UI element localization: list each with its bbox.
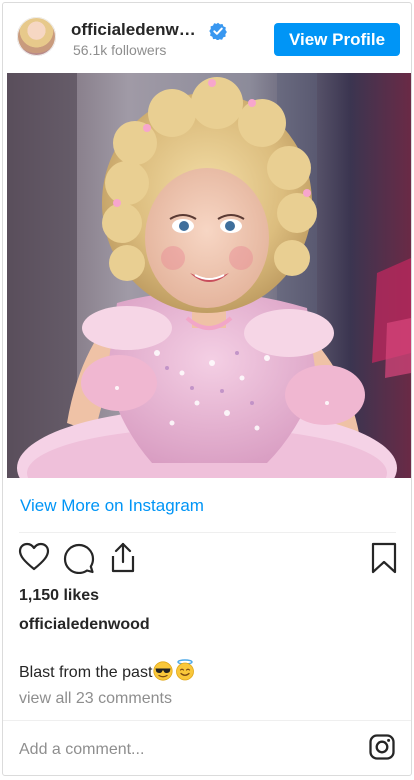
add-comment-link[interactable]: Add a comment...: [19, 740, 144, 760]
avatar[interactable]: [17, 17, 56, 56]
divider: [19, 532, 396, 533]
heart-icon[interactable]: [18, 541, 50, 578]
post-image[interactable]: [7, 73, 411, 478]
username[interactable]: officialedenwood: [71, 20, 203, 40]
divider: [3, 720, 411, 721]
view-profile-button[interactable]: View Profile: [274, 23, 400, 56]
verified-badge-icon: [209, 22, 227, 41]
follower-count: 56.1k followers: [73, 42, 167, 58]
share-icon[interactable]: [107, 541, 139, 578]
caption: Blast from the past: [19, 659, 196, 687]
smiling-face-with-halo-emoji-icon: [174, 659, 196, 687]
post-header: officialedenwood 56.1k followers View Pr…: [3, 3, 411, 70]
caption-text: Blast from the past: [19, 664, 153, 681]
instagram-embed-card: officialedenwood 56.1k followers View Pr…: [2, 2, 412, 776]
like-count[interactable]: 1,150 likes: [19, 586, 99, 606]
comment-icon[interactable]: [63, 542, 95, 579]
sunglasses-face-emoji-icon: [153, 661, 173, 687]
bookmark-icon[interactable]: [370, 542, 398, 579]
view-more-row: View More on Instagram: [3, 478, 411, 531]
caption-username[interactable]: officialedenwood: [19, 615, 150, 635]
instagram-icon[interactable]: [369, 734, 395, 765]
view-all-comments-link[interactable]: view all 23 comments: [19, 689, 172, 709]
view-more-link[interactable]: View More on Instagram: [20, 496, 204, 516]
